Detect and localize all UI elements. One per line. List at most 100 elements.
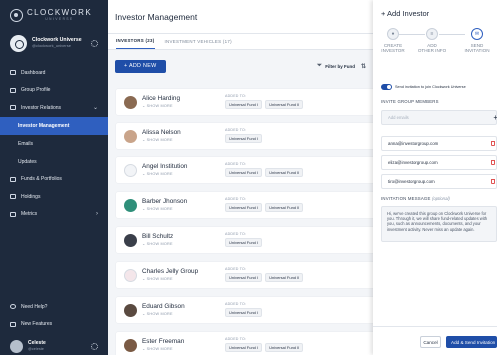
drawer-title: + Add Investor (381, 9, 430, 18)
invitation-message-textarea[interactable]: Hi, we've created this group on Clockwor… (381, 206, 497, 242)
added-to-label: ADDED TO: (225, 266, 247, 271)
sidebar-item-new-features[interactable]: New Features (0, 316, 108, 334)
app-logo[interactable]: CLOCKWORK UNIVERSE (0, 0, 108, 28)
sidebar-item-investor-relations[interactable]: Investor Relations ⌄ (0, 99, 108, 117)
show-more-link[interactable]: ⌄ SHOW MORE (142, 312, 225, 317)
show-more-link[interactable]: ⌄ SHOW MORE (142, 172, 225, 177)
investor-card[interactable]: Alice Harding ⌄ SHOW MORE ADDED TO: Univers… (116, 89, 378, 115)
added-to-label: ADDED TO: (225, 336, 247, 341)
message-label: INVITATION MESSAGE (optional) (381, 196, 450, 201)
send-invitation-toggle-row: Send invitation to join Clockwork Univer… (381, 84, 466, 90)
avatar (124, 303, 137, 317)
page-header: Investor Management (108, 0, 373, 34)
show-more-label: SHOW MORE (146, 137, 173, 142)
step-label: CREATE (383, 43, 403, 48)
fund-chip: Universal Fund II (265, 100, 304, 110)
toggle-label: Send invitation to join Clockwork Univer… (395, 85, 466, 89)
toolbar: + ADD NEW ⏷ Filter by Fund ⇅ (108, 50, 373, 82)
investor-card[interactable]: Eduard Gibson ⌄ SHOW MORE ADDED TO: Univers… (116, 297, 378, 323)
trash-icon[interactable] (491, 141, 495, 146)
sidebar-item-label: New Features (21, 321, 53, 328)
trash-icon[interactable] (491, 160, 495, 165)
sidebar-item-label: Metrics (21, 211, 38, 218)
filter-by-fund[interactable]: ⏷ Filter by Fund ⇅ (317, 62, 366, 70)
sidebar: CLOCKWORK UNIVERSE Clockwork Universe @c… (0, 0, 108, 355)
main-content: Investor Management INVESTORS (23) INVES… (108, 0, 378, 355)
plus-icon[interactable]: + (493, 113, 497, 122)
metrics-icon (10, 211, 16, 217)
tab-bar: INVESTORS (23) INVESTMENT VEHICLES (17) (108, 34, 373, 50)
add-send-invitation-button[interactable]: Add & Send Invitation (446, 336, 497, 348)
chevron-right-icon: › (96, 211, 98, 218)
sidebar-item-help[interactable]: Need Help? (0, 298, 108, 316)
gear-icon[interactable] (91, 342, 98, 350)
person-icon: ● (387, 28, 399, 40)
list-item: eliza@investorgroup.com (381, 155, 497, 170)
investor-card[interactable]: Alissa Nelson ⌄ SHOW MORE ADDED TO: Univers… (116, 123, 378, 149)
holdings-icon (10, 194, 16, 200)
show-more-link[interactable]: ⌄ SHOW MORE (142, 242, 225, 247)
sidebar-item-label: Investor Relations (21, 104, 62, 111)
sidebar-item-group-profile[interactable]: Group Profile (0, 82, 108, 100)
show-more-link[interactable]: ⌄ SHOW MORE (142, 207, 225, 212)
investor-card[interactable]: Barber Jhonson ⌄ SHOW MORE ADDED TO: Univer… (116, 192, 378, 218)
logo-name: CLOCKWORK (27, 7, 93, 17)
investor-card[interactable]: Bill Schultz ⌄ SHOW MORE ADDED TO: Universa… (116, 227, 378, 253)
email-field[interactable]: + (381, 110, 497, 125)
user-profile[interactable]: Celeste @celeste (0, 337, 108, 355)
sidebar-item-holdings[interactable]: Holdings (0, 188, 108, 206)
sidebar-item-metrics[interactable]: Metrics › (0, 206, 108, 224)
logo-sub: UNIVERSE (45, 16, 74, 21)
sidebar-item-funds-portfolios[interactable]: Funds & Portfolios (0, 171, 108, 189)
members-label: INVITE GROUP MEMBERS (381, 99, 439, 104)
sidebar-item-dashboard[interactable]: Dashboard (0, 64, 108, 82)
avatar (124, 129, 137, 143)
show-more-label: SHOW MORE (146, 206, 173, 211)
show-more-link[interactable]: ⌄ SHOW MORE (142, 138, 225, 143)
sidebar-item-investor-management[interactable]: Investor Management (0, 116, 108, 135)
avatar (10, 339, 23, 353)
trash-icon[interactable] (491, 179, 495, 184)
show-more-link[interactable]: ⌄ SHOW MORE (142, 104, 225, 109)
avatar (124, 95, 137, 109)
show-more-link[interactable]: ⌄ SHOW MORE (142, 347, 225, 352)
step-add-other-info: ≡ ADD OTHER INFO (412, 28, 452, 54)
investor-card[interactable]: Angel Institution ⌄ SHOW MORE ADDED TO: Uni… (116, 157, 378, 183)
show-more-label: SHOW MORE (146, 171, 173, 176)
show-more-label: SHOW MORE (146, 103, 173, 108)
org-switcher[interactable]: Clockwork Universe @clockwork_universe (0, 28, 108, 58)
added-to-label: ADDED TO: (225, 301, 247, 306)
funds-icon (10, 176, 16, 182)
message-label-text: INVITATION MESSAGE (381, 196, 431, 201)
tab-investment-vehicles[interactable]: INVESTMENT VEHICLES (17) (165, 39, 232, 49)
added-to-label: ADDED TO: (225, 161, 247, 166)
fund-chip: Universal Fund II (265, 168, 304, 178)
list-item: anna@investorgroup.com (381, 136, 497, 151)
fund-chip: Universal Fund I (225, 168, 263, 178)
send-invitation-toggle[interactable] (381, 84, 392, 90)
cancel-button[interactable]: Cancel (420, 336, 441, 348)
show-more-label: SHOW MORE (146, 241, 173, 246)
list-item: tiro@investorgroup.com (381, 174, 497, 189)
fund-chip: Universal Fund I (225, 308, 263, 318)
added-to-label: ADDED TO: (225, 127, 247, 132)
investor-card[interactable]: Ester Freeman ⌄ SHOW MORE ADDED TO: Univers… (116, 332, 378, 355)
tab-investors[interactable]: INVESTORS (23) (116, 38, 155, 49)
avatar (124, 198, 137, 212)
fund-chip: Universal Fund I (225, 100, 263, 110)
investor-card[interactable]: Charles Jelly Group ⌄ SHOW MORE ADDED TO: U… (116, 262, 378, 288)
envelope-icon: ✉ (471, 28, 483, 40)
sort-icon[interactable]: ⇅ (361, 63, 366, 70)
help-icon (10, 304, 16, 310)
sidebar-item-updates[interactable]: Updates (0, 153, 108, 171)
filter-icon: ⏷ (316, 62, 323, 69)
email-input[interactable] (388, 115, 478, 120)
sidebar-item-emails[interactable]: Emails (0, 135, 108, 153)
show-more-link[interactable]: ⌄ SHOW MORE (142, 277, 225, 282)
gear-icon[interactable] (91, 39, 98, 47)
handshake-icon (10, 105, 16, 111)
fund-chip: Universal Fund I (225, 238, 263, 248)
step-label: ADD (427, 43, 437, 48)
add-new-button[interactable]: + ADD NEW (115, 59, 166, 73)
fund-chip: Universal Fund I (225, 343, 263, 353)
